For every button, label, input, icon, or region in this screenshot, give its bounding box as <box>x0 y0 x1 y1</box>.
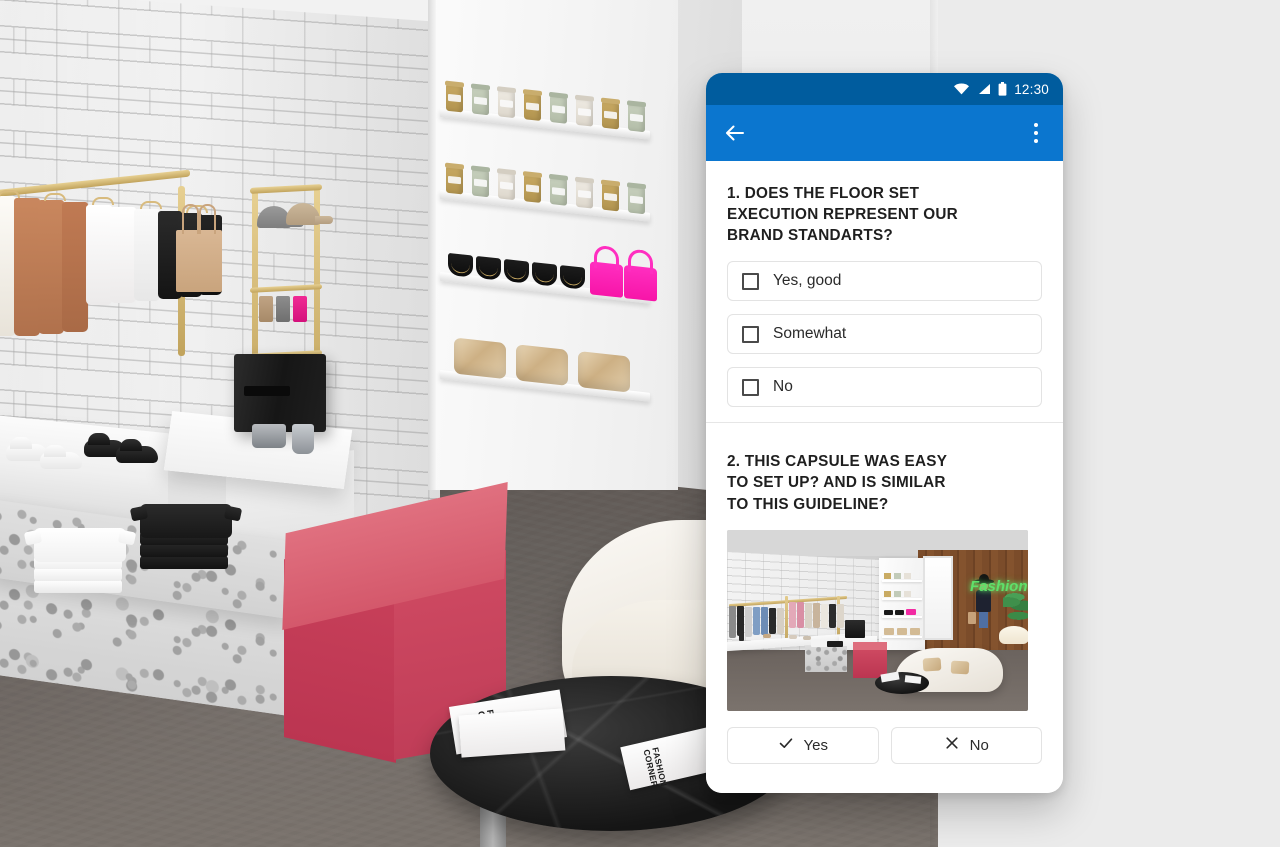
black-sneaker <box>116 439 158 463</box>
checkbox-icon[interactable] <box>742 378 759 396</box>
status-bar: 12:30 <box>706 73 1063 105</box>
question-1-block: 1. DOES THE FLOOR SET EXECUTION REPRESEN… <box>706 161 1063 408</box>
question-1-options: Yes, good Somewhat No <box>727 261 1042 408</box>
survey-body: 1. DOES THE FLOOR SET EXECUTION REPRESEN… <box>706 161 1063 793</box>
app-bar <box>706 105 1063 161</box>
plant <box>1003 591 1028 626</box>
question-1-title: 1. DOES THE FLOOR SET EXECUTION REPRESEN… <box>727 185 958 245</box>
close-icon <box>944 735 960 755</box>
yes-button[interactable]: Yes <box>727 726 879 764</box>
phone-survey-card: 12:30 1. DOES THE FLOOR SET EXECUTION RE… <box>706 73 1063 793</box>
battery-icon <box>998 82 1007 96</box>
option-no[interactable]: No <box>727 367 1042 408</box>
floor-lamp <box>999 625 1028 644</box>
option-label: Yes, good <box>773 272 842 290</box>
option-label: Somewhat <box>773 325 847 343</box>
check-icon <box>778 735 794 755</box>
no-button-label: No <box>969 736 989 754</box>
overflow-menu-icon[interactable] <box>1025 120 1047 146</box>
signal-icon <box>977 83 991 95</box>
question-2-block: 2. THIS CAPSULE WAS EASY TO SET UP? AND … <box>706 423 1063 711</box>
paper-shopping-bag <box>176 204 222 292</box>
wifi-icon <box>953 83 970 95</box>
option-yes-good[interactable]: Yes, good <box>727 261 1042 302</box>
option-somewhat[interactable]: Somewhat <box>727 314 1042 355</box>
checkbox-icon[interactable] <box>742 272 759 290</box>
status-bar-time: 12:30 <box>1014 81 1049 97</box>
back-arrow-icon[interactable] <box>722 120 748 146</box>
question-2-title: 2. THIS CAPSULE WAS EASY TO SET UP? AND … <box>727 453 948 513</box>
white-sneaker <box>40 445 82 469</box>
question-2-answer-buttons: Yes No <box>706 711 1063 764</box>
guideline-reference-image[interactable]: Fashion <box>727 529 1028 711</box>
espresso-machine <box>234 354 326 454</box>
screen-root: FASHIONCORNER FASHIONCORNER 12:30 <box>0 0 1280 847</box>
yes-button-label: Yes <box>803 736 828 754</box>
no-button[interactable]: No <box>890 726 1042 764</box>
option-label: No <box>773 378 793 396</box>
checkbox-icon[interactable] <box>742 325 759 343</box>
wall-display-shelves <box>440 20 657 463</box>
